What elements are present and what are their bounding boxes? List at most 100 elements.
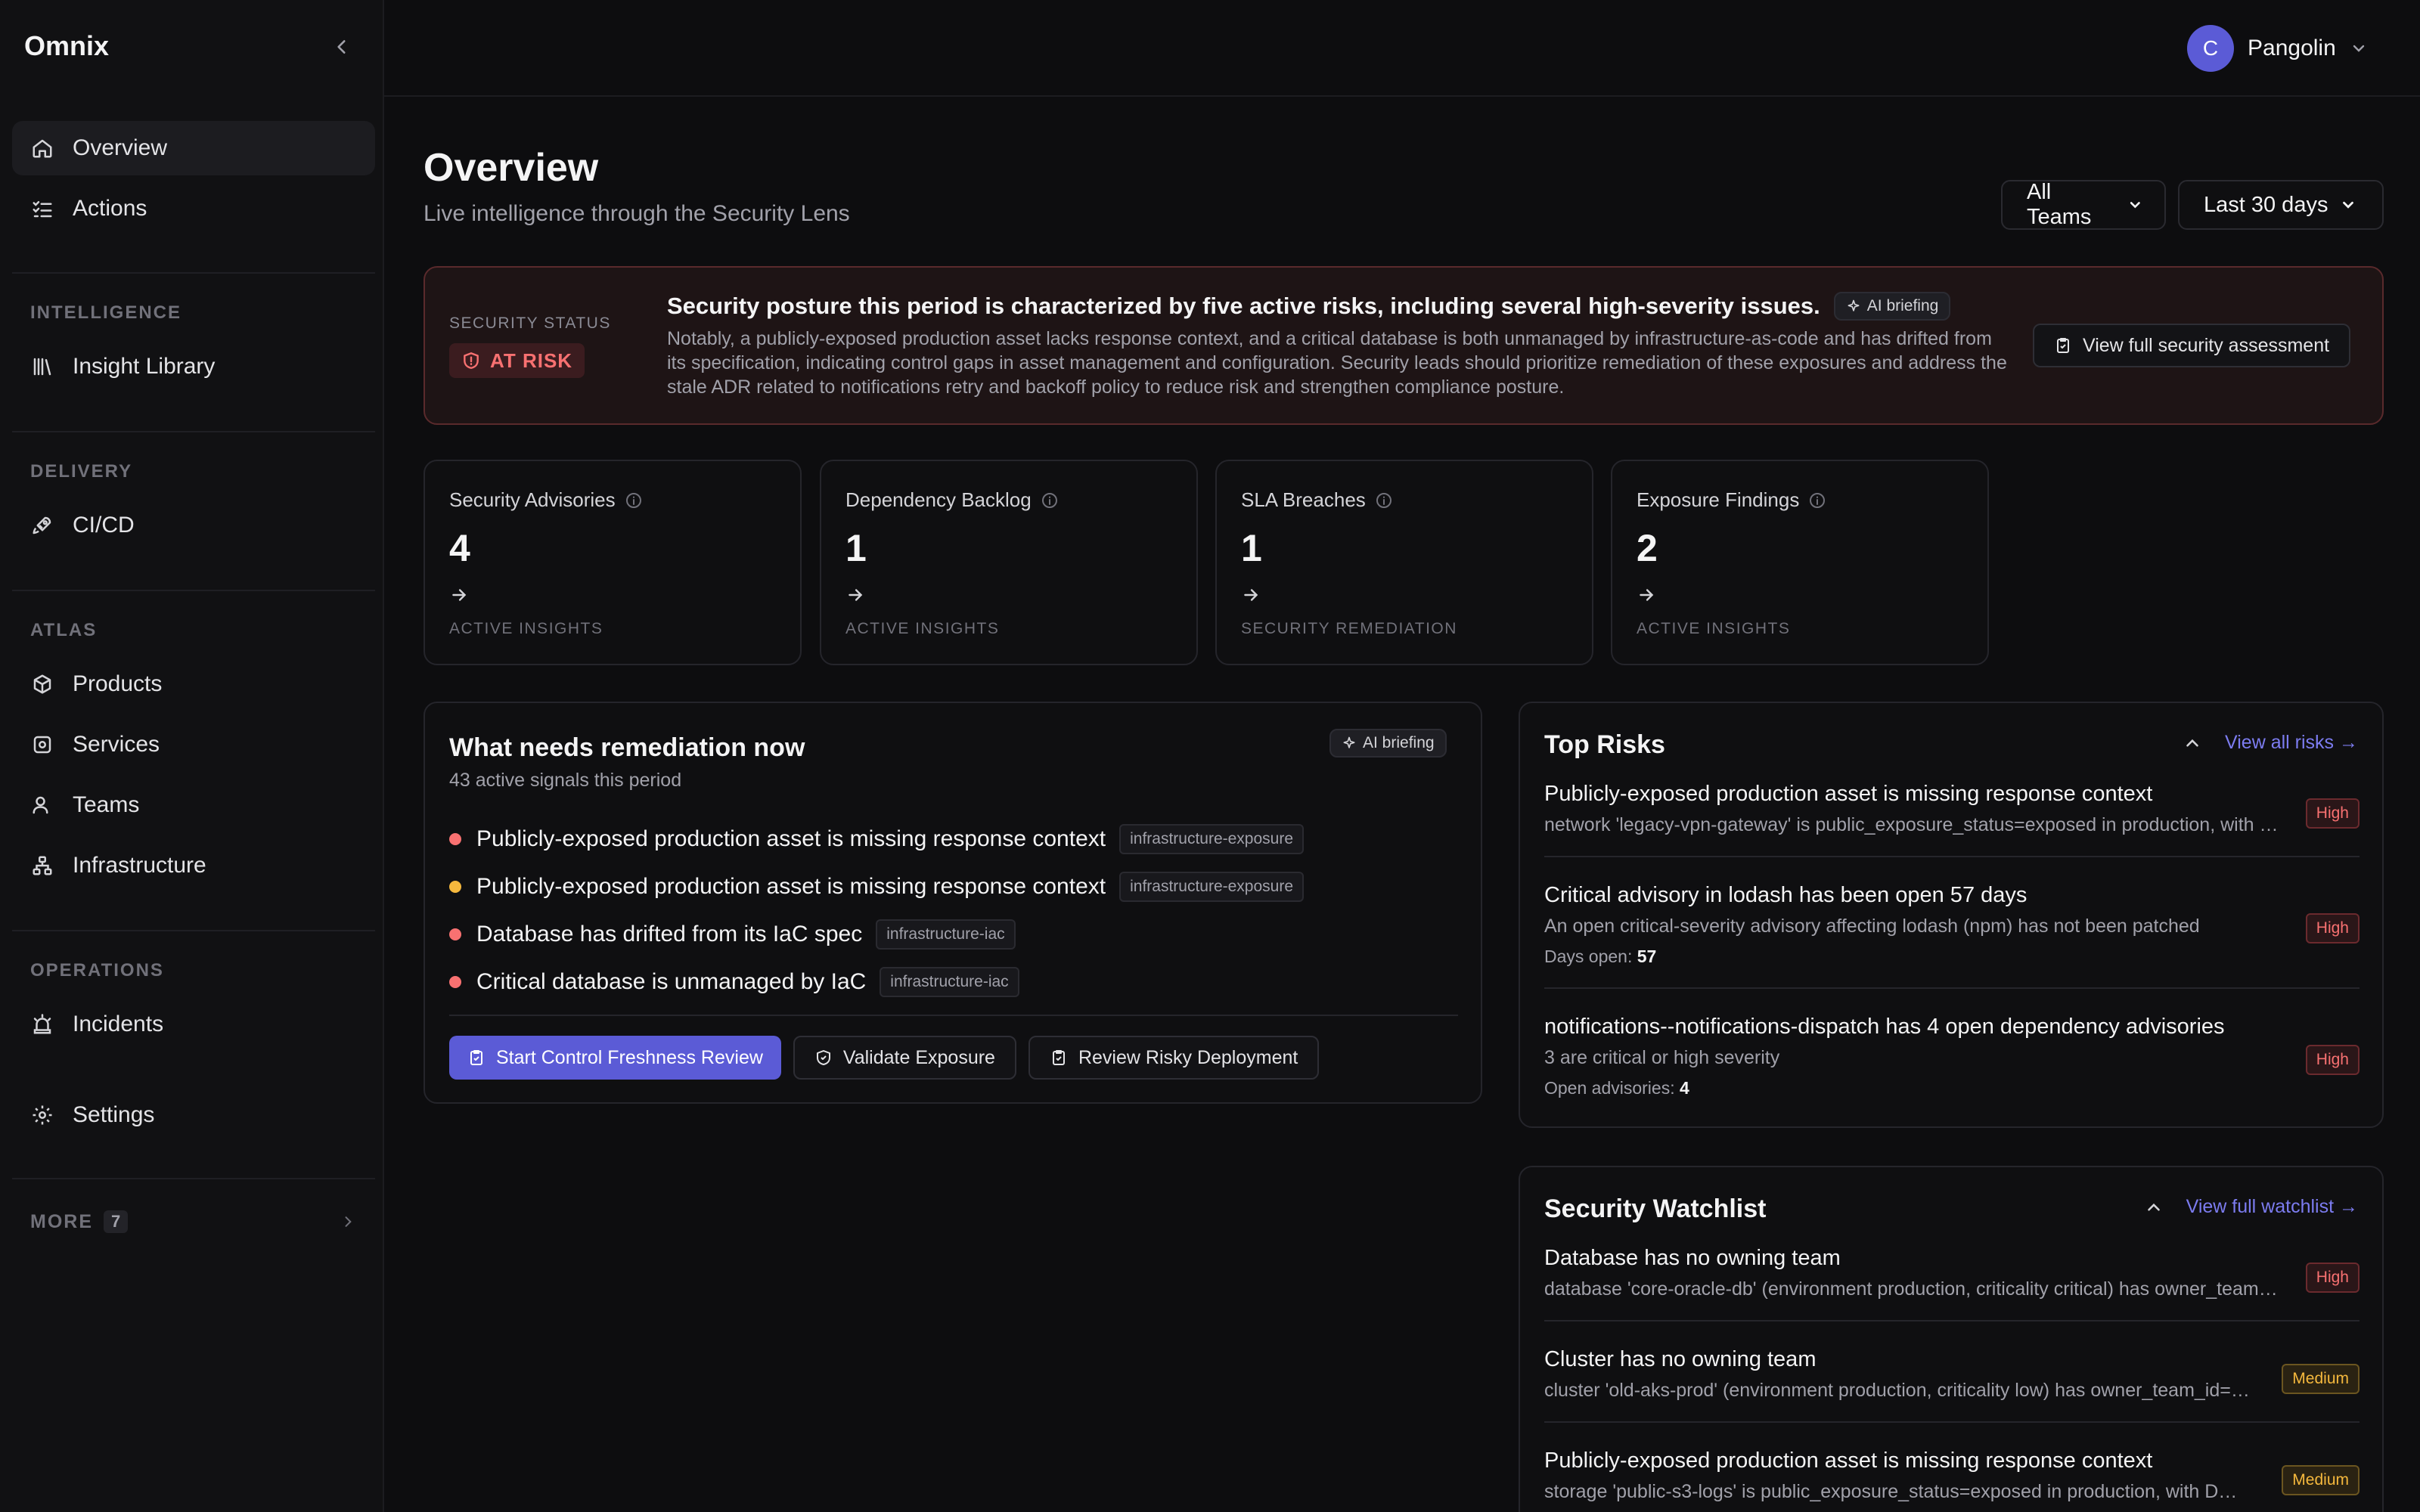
sidebar-item-services[interactable]: Services [12,717,375,772]
list-item[interactable]: Publicly-exposed production asset is mis… [449,863,1455,910]
sidebar-item-overview[interactable]: Overview [12,121,375,175]
risk-meta-label: Days open: [1544,947,1633,966]
user-menu[interactable]: C Pangolin [2187,24,2368,73]
view-security-assessment-button[interactable]: View full security assessment [2033,324,2351,367]
top-risks-header-actions: View all risks → [2183,732,2358,754]
clipboard-icon [1052,1050,1065,1065]
section-title-operations: OPERATIONS [30,960,164,981]
chevron-right-icon [345,1216,352,1227]
kpi-title: Dependency Backlog [845,488,1059,512]
risk-item[interactable]: notifications--notifications-dispatch ha… [1544,1015,2360,1098]
kpi-title-text: Dependency Backlog [845,488,1032,511]
severity-dot [449,880,461,893]
review-risky-deployment-button[interactable]: Review Risky Deployment [1028,1036,1320,1080]
remediation-item-text: Database has drifted from its IaC spec [476,921,863,947]
sidebar: Omnix Overview Actions INTELLIGENCE Insi… [0,0,384,1512]
ai-briefing-chip: AI briefing [1329,729,1447,758]
kpi-title: Security Advisories [449,488,643,512]
chevron-down-icon [2343,201,2354,209]
sidebar-item-label: Overview [73,135,168,160]
severity-dot [449,975,461,988]
sidebar-item-infrastructure[interactable]: Infrastructure [12,838,375,893]
watchlist-item[interactable]: Cluster has no owning team cluster 'old-… [1544,1347,2360,1402]
divider [449,1015,1458,1016]
remediation-card: What needs remediation now 43 active sig… [424,702,1482,1104]
arrow-right-icon [452,589,467,601]
kpi-footer: SECURITY REMEDIATION [1241,620,1457,637]
kpi-card-sla-breaches[interactable]: SLA Breaches 1 SECURITY REMEDIATION [1215,460,1593,665]
chevron-up-icon[interactable] [2183,733,2202,753]
risk-title: notifications--notifications-dispatch ha… [1544,1015,2225,1039]
list-item[interactable]: Database has drifted from its IaC spec i… [449,910,1455,958]
risk-description: An open critical-severity advisory affec… [1544,916,2200,937]
watchlist-item-title: Publicly-exposed production asset is mis… [1544,1448,2153,1473]
view-full-watchlist-link[interactable]: View full watchlist → [2186,1196,2358,1218]
rocket-icon [29,512,56,539]
remediation-item-text: Publicly-exposed production asset is mis… [476,826,1106,851]
severity-badge: High [2305,1263,2360,1293]
ai-briefing-label: AI briefing [1866,297,1939,314]
risk-description: 3 are critical or high severity [1544,1047,1780,1068]
status-label: SECURITY STATUS [449,314,611,332]
status-headline: Security posture this period is characte… [667,292,1951,321]
list-item[interactable]: Publicly-exposed production asset is mis… [449,815,1455,863]
period-filter-select[interactable]: Last 30 days [2178,180,2384,230]
sidebar-item-teams[interactable]: Teams [12,778,375,832]
chevron-down-icon [2130,202,2141,209]
watchlist-title: Security Watchlist [1544,1194,1767,1223]
kpi-title-text: Security Advisories [449,488,616,511]
status-value: AT RISK [490,349,573,372]
sidebar-item-actions[interactable]: Actions [12,181,375,236]
watchlist-item[interactable]: Database has no owning team database 'co… [1544,1246,2360,1300]
kpi-card-dependency-backlog[interactable]: Dependency Backlog 1 ACTIVE INSIGHTS [820,460,1198,665]
view-all-risks-link[interactable]: View all risks → [2225,732,2358,754]
sidebar-more-toggle[interactable]: MORE 7 [30,1207,355,1237]
kpi-value: 1 [1241,527,1262,569]
team-filter-select[interactable]: All Teams [2001,180,2166,230]
gear-icon [29,1101,56,1129]
info-icon [1810,492,1826,508]
more-label: MORE [30,1210,93,1232]
sidebar-item-cicd[interactable]: CI/CD [12,498,375,553]
arrow-right-icon [849,589,863,601]
more-count-badge: 7 [104,1210,129,1233]
watchlist-item[interactable]: Publicly-exposed production asset is mis… [1544,1448,2360,1503]
severity-badge: High [2305,798,2360,829]
sidebar-item-settings[interactable]: Settings [12,1088,375,1142]
kpi-card-security-advisories[interactable]: Security Advisories 4 ACTIVE INSIGHTS [424,460,802,665]
watchlist-item-title: Database has no owning team [1544,1246,1841,1270]
kpi-title-text: Exposure Findings [1637,488,1800,511]
severity-dot [449,928,461,940]
risk-item[interactable]: Critical advisory in lodash has been ope… [1544,883,2360,967]
button-label: Start Control Freshness Review [496,1046,763,1068]
watchlist-item-description: storage 'public-s3-logs' is public_expos… [1544,1481,2238,1502]
validate-exposure-button[interactable]: Validate Exposure [793,1036,1016,1080]
sidebar-divider [12,272,375,274]
topbar-divider [384,95,2420,97]
sidebar-divider [12,930,375,931]
severity-dot [449,832,461,845]
kpi-footer: ACTIVE INSIGHTS [449,620,603,637]
sparkle-icon [1848,299,1860,311]
home-icon [29,135,56,162]
chevron-up-icon[interactable] [2144,1198,2164,1217]
sidebar-divider [12,590,375,591]
siren-icon [29,1011,56,1038]
section-title-delivery: DELIVERY [30,461,133,482]
list-item[interactable]: Critical database is unmanaged by IaC in… [449,958,1455,1005]
avatar: C [2187,25,2234,72]
severity-badge: Medium [2282,1364,2360,1394]
kpi-card-exposure-findings[interactable]: Exposure Findings 2 ACTIVE INSIGHTS [1611,460,1989,665]
start-control-freshness-review-button[interactable]: Start Control Freshness Review [449,1036,781,1080]
remediation-subtitle: 43 active signals this period [449,770,682,791]
risk-meta-label: Open advisories: [1544,1078,1675,1098]
sidebar-item-products[interactable]: Products [12,657,375,711]
category-tag: infrastructure-iac [876,919,1016,950]
divider [1544,1320,2360,1321]
sidebar-item-insight-library[interactable]: Insight Library [12,339,375,394]
risk-item[interactable]: Publicly-exposed production asset is mis… [1544,782,2360,836]
button-label: Validate Exposure [842,1046,995,1068]
sidebar-item-incidents[interactable]: Incidents [12,997,375,1052]
risk-meta: Days open: 57 [1544,947,2360,967]
collapse-sidebar-button[interactable] [328,33,355,60]
